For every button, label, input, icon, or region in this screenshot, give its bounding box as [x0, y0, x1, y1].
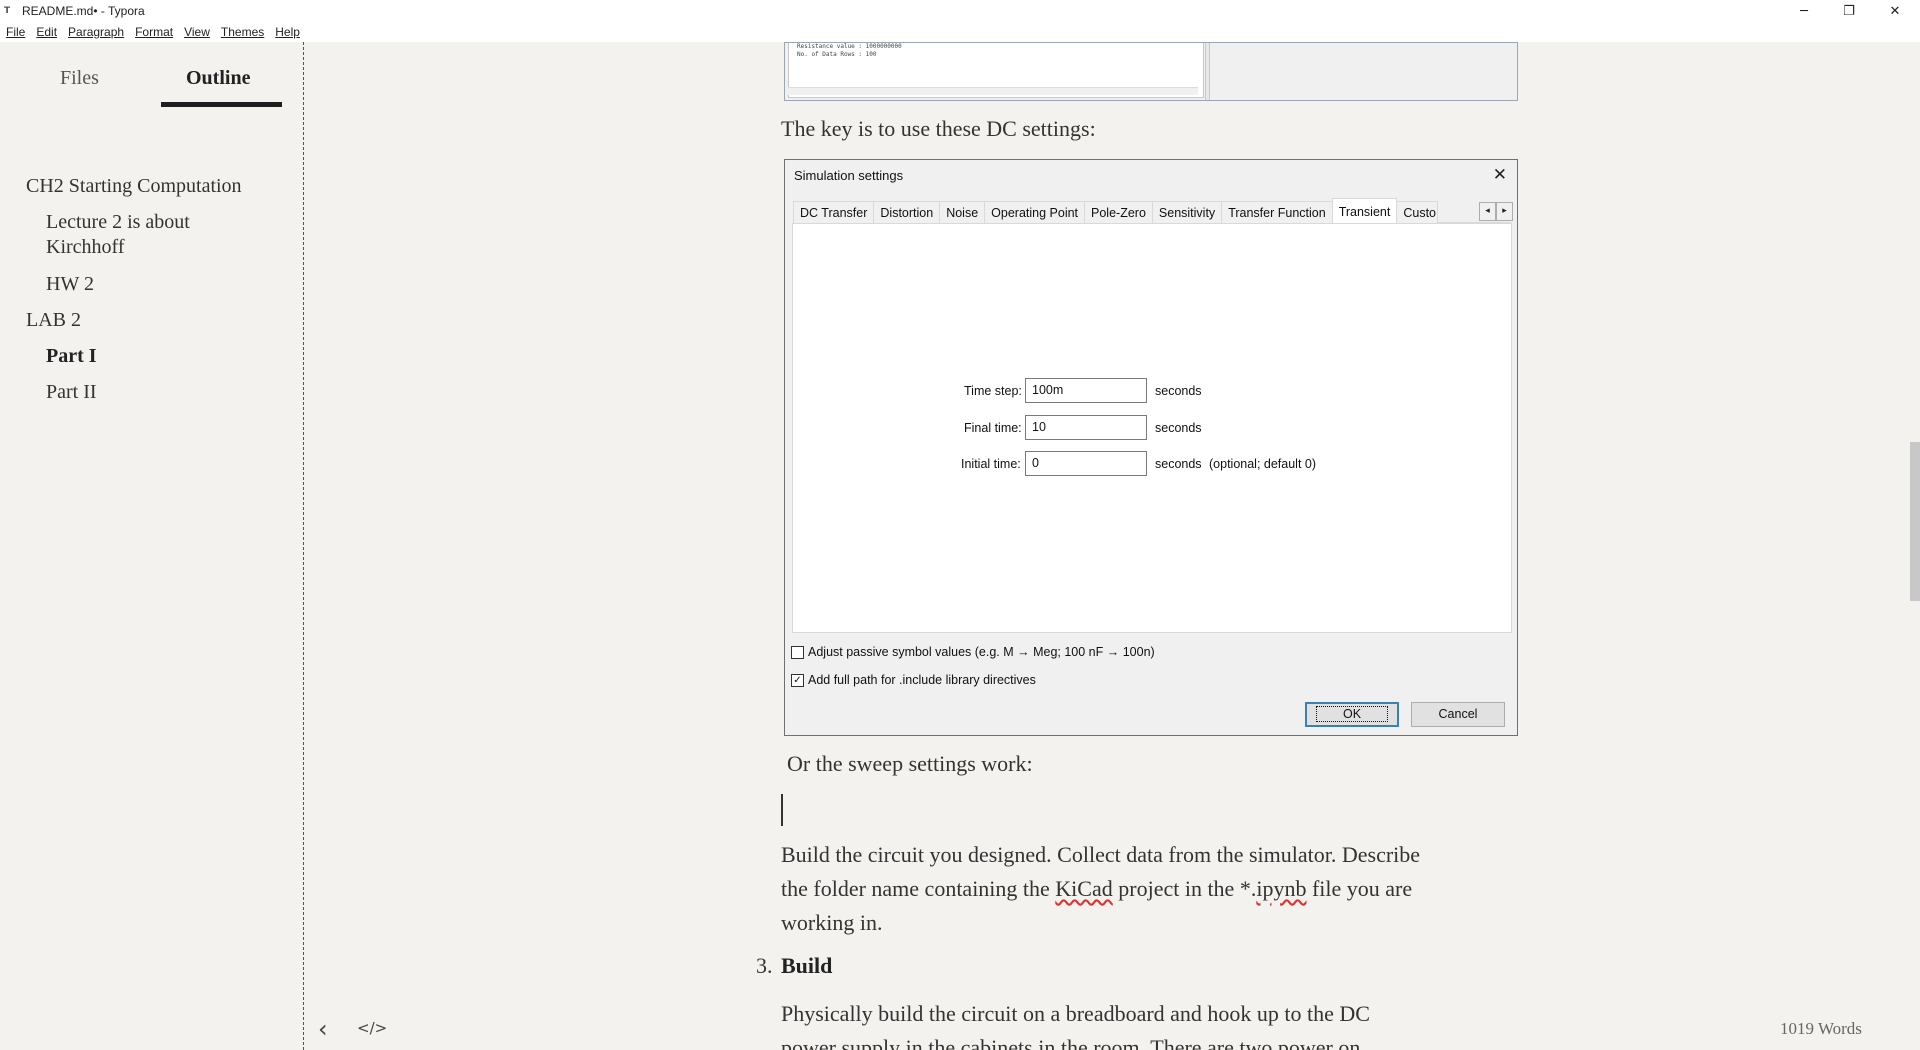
tab-files[interactable]: Files [60, 67, 99, 90]
tab-transient: Transient [1331, 198, 1398, 223]
tab-noise: Noise [939, 201, 986, 223]
typora-app-icon: T [4, 6, 11, 16]
list-number: 3. [756, 953, 773, 978]
word-count[interactable]: 1019 Words [1780, 1019, 1862, 1039]
scrollbar-thumb[interactable] [1910, 442, 1920, 601]
menu-edit-label: Edit [36, 25, 58, 39]
adjust-passive-checkbox [791, 645, 804, 659]
embedded-image-output: Resistance value : 1000000000 No. of Dat… [784, 42, 1518, 101]
final-time-unit: seconds [1155, 421, 1202, 435]
outline-item-lecture2[interactable]: Lecture 2 is about [46, 210, 190, 235]
menu-help[interactable]: Help [275, 22, 300, 42]
tab-scroll-left-icon: ◂ [1479, 202, 1496, 221]
menu-paragraph[interactable]: Paragraph [68, 22, 124, 42]
dialog-close-icon: ✕ [1492, 165, 1507, 185]
embedded-image-simulation-settings: Simulation settings ✕ DC Transfer Distor… [784, 159, 1518, 736]
restore-button[interactable]: ❐ [1826, 0, 1872, 22]
menu-help-label: Help [275, 25, 300, 39]
initial-time-unit: seconds [1155, 457, 1202, 471]
ok-button: OK [1305, 702, 1399, 727]
text-segment: project in the *. [1112, 876, 1257, 901]
adjust-passive-row: Adjust passive symbol values (e.g. M → M… [791, 645, 1155, 659]
menu-format-label: Format [135, 25, 174, 39]
sidebar: Files Outline CH2 Starting Computation L… [0, 42, 304, 1050]
minimize-button[interactable]: ─ [1781, 0, 1827, 22]
paragraph-physical-line1[interactable]: Physically build the circuit on a breadb… [781, 997, 1370, 1031]
paragraph-dc-settings[interactable]: The key is to use these DC settings: [781, 112, 1096, 146]
tab-pole-zero: Pole-Zero [1084, 201, 1153, 223]
menu-file-label: File [6, 25, 26, 39]
active-tab-indicator [161, 102, 282, 107]
tab-scroll-right-icon: ▸ [1496, 202, 1513, 221]
tab-transfer-function: Transfer Function [1221, 201, 1333, 223]
output-line-2: No. of Data Rows : 100 [797, 51, 877, 58]
dialog-tabs: DC Transfer Distortion Noise Operating P… [793, 198, 1511, 223]
title-bar: T README.md• - Typora ─ ❐ ✕ [0, 0, 1920, 22]
outline-item-hw2[interactable]: HW 2 [46, 272, 94, 297]
paragraph-build-line2[interactable]: the folder name containing the KiCad pro… [781, 872, 1412, 906]
toggle-sidebar-icon[interactable]: ‹ [318, 1015, 328, 1043]
text-segment: the folder name containing the [781, 876, 1056, 901]
paragraph-build-line1[interactable]: Build the circuit you designed. Collect … [781, 838, 1420, 872]
tab-operating-point: Operating Point [984, 201, 1086, 223]
misspelled-kicad[interactable]: KiCad [1055, 876, 1112, 901]
time-step-label: Time step: [964, 384, 1022, 398]
output-line-1: Resistance value : 1000000000 [797, 43, 902, 50]
adjust-passive-label: Adjust passive symbol values (e.g. M → M… [808, 645, 1155, 659]
full-path-label: Add full path for .include library direc… [808, 673, 1036, 687]
menu-paragraph-label: Paragraph [68, 25, 125, 39]
final-time-label: Final time: [964, 421, 1022, 435]
ok-label: OK [1315, 706, 1389, 722]
outline-item-part1[interactable]: Part I [46, 344, 97, 369]
source-code-mode-icon[interactable]: </> [357, 1019, 387, 1037]
full-path-row: ✓ Add full path for .include library dir… [791, 673, 1036, 687]
menu-bar: File Edit Paragraph Format View Themes H… [0, 22, 1920, 42]
transient-panel: Time step: 100m seconds Final time: 10 s… [792, 223, 1512, 633]
menu-themes-label: Themes [220, 25, 265, 39]
final-time-field: 10 [1025, 415, 1147, 440]
tab-dc-transfer: DC Transfer [793, 201, 875, 223]
initial-time-label: Initial time: [961, 457, 1021, 471]
outline-item-lecture2-cont[interactable]: Kirchhoff [46, 235, 125, 260]
menu-edit[interactable]: Edit [36, 22, 57, 42]
initial-time-field: 0 [1025, 451, 1147, 476]
full-path-checkbox: ✓ [791, 673, 804, 687]
menu-view-label: View [184, 25, 210, 39]
outline-item-ch2[interactable]: CH2 Starting Computation [26, 174, 242, 199]
outline-item-part2[interactable]: Part II [46, 380, 97, 405]
close-window-button[interactable]: ✕ [1872, 0, 1918, 22]
text-cursor [781, 794, 783, 826]
paragraph-build-line3[interactable]: working in. [781, 906, 882, 940]
menu-view[interactable]: View [184, 22, 210, 42]
tab-distortion: Distortion [873, 201, 941, 223]
time-step-field: 100m [1025, 378, 1147, 403]
menu-themes[interactable]: Themes [221, 22, 264, 42]
window-title: README.md• - Typora [22, 4, 145, 18]
tab-outline[interactable]: Outline [186, 67, 250, 90]
dialog-title: Simulation settings [794, 168, 904, 183]
output-splitter [1205, 43, 1210, 100]
paragraph-physical-line2[interactable]: power supply in the cabinets in the room… [781, 1031, 1360, 1050]
tab-custom: Custo [1396, 201, 1439, 223]
list-heading-build[interactable]: Build [781, 953, 832, 979]
initial-time-note: (optional; default 0) [1209, 457, 1317, 471]
cancel-button: Cancel [1411, 702, 1505, 727]
time-step-unit: seconds [1155, 384, 1202, 398]
text-segment: file you are [1306, 876, 1413, 901]
tab-sensitivity: Sensitivity [1151, 201, 1223, 223]
sidebar-tabs: Files Outline [0, 42, 304, 110]
paragraph-sweep-settings[interactable]: Or the sweep settings work: [787, 747, 1033, 781]
misspelled-ipynb[interactable]: ipynb [1256, 876, 1306, 901]
outline-item-lab2[interactable]: LAB 2 [26, 308, 81, 333]
menu-format[interactable]: Format [135, 22, 173, 42]
menu-file[interactable]: File [6, 22, 25, 42]
output-hscrollbar [788, 87, 1198, 95]
